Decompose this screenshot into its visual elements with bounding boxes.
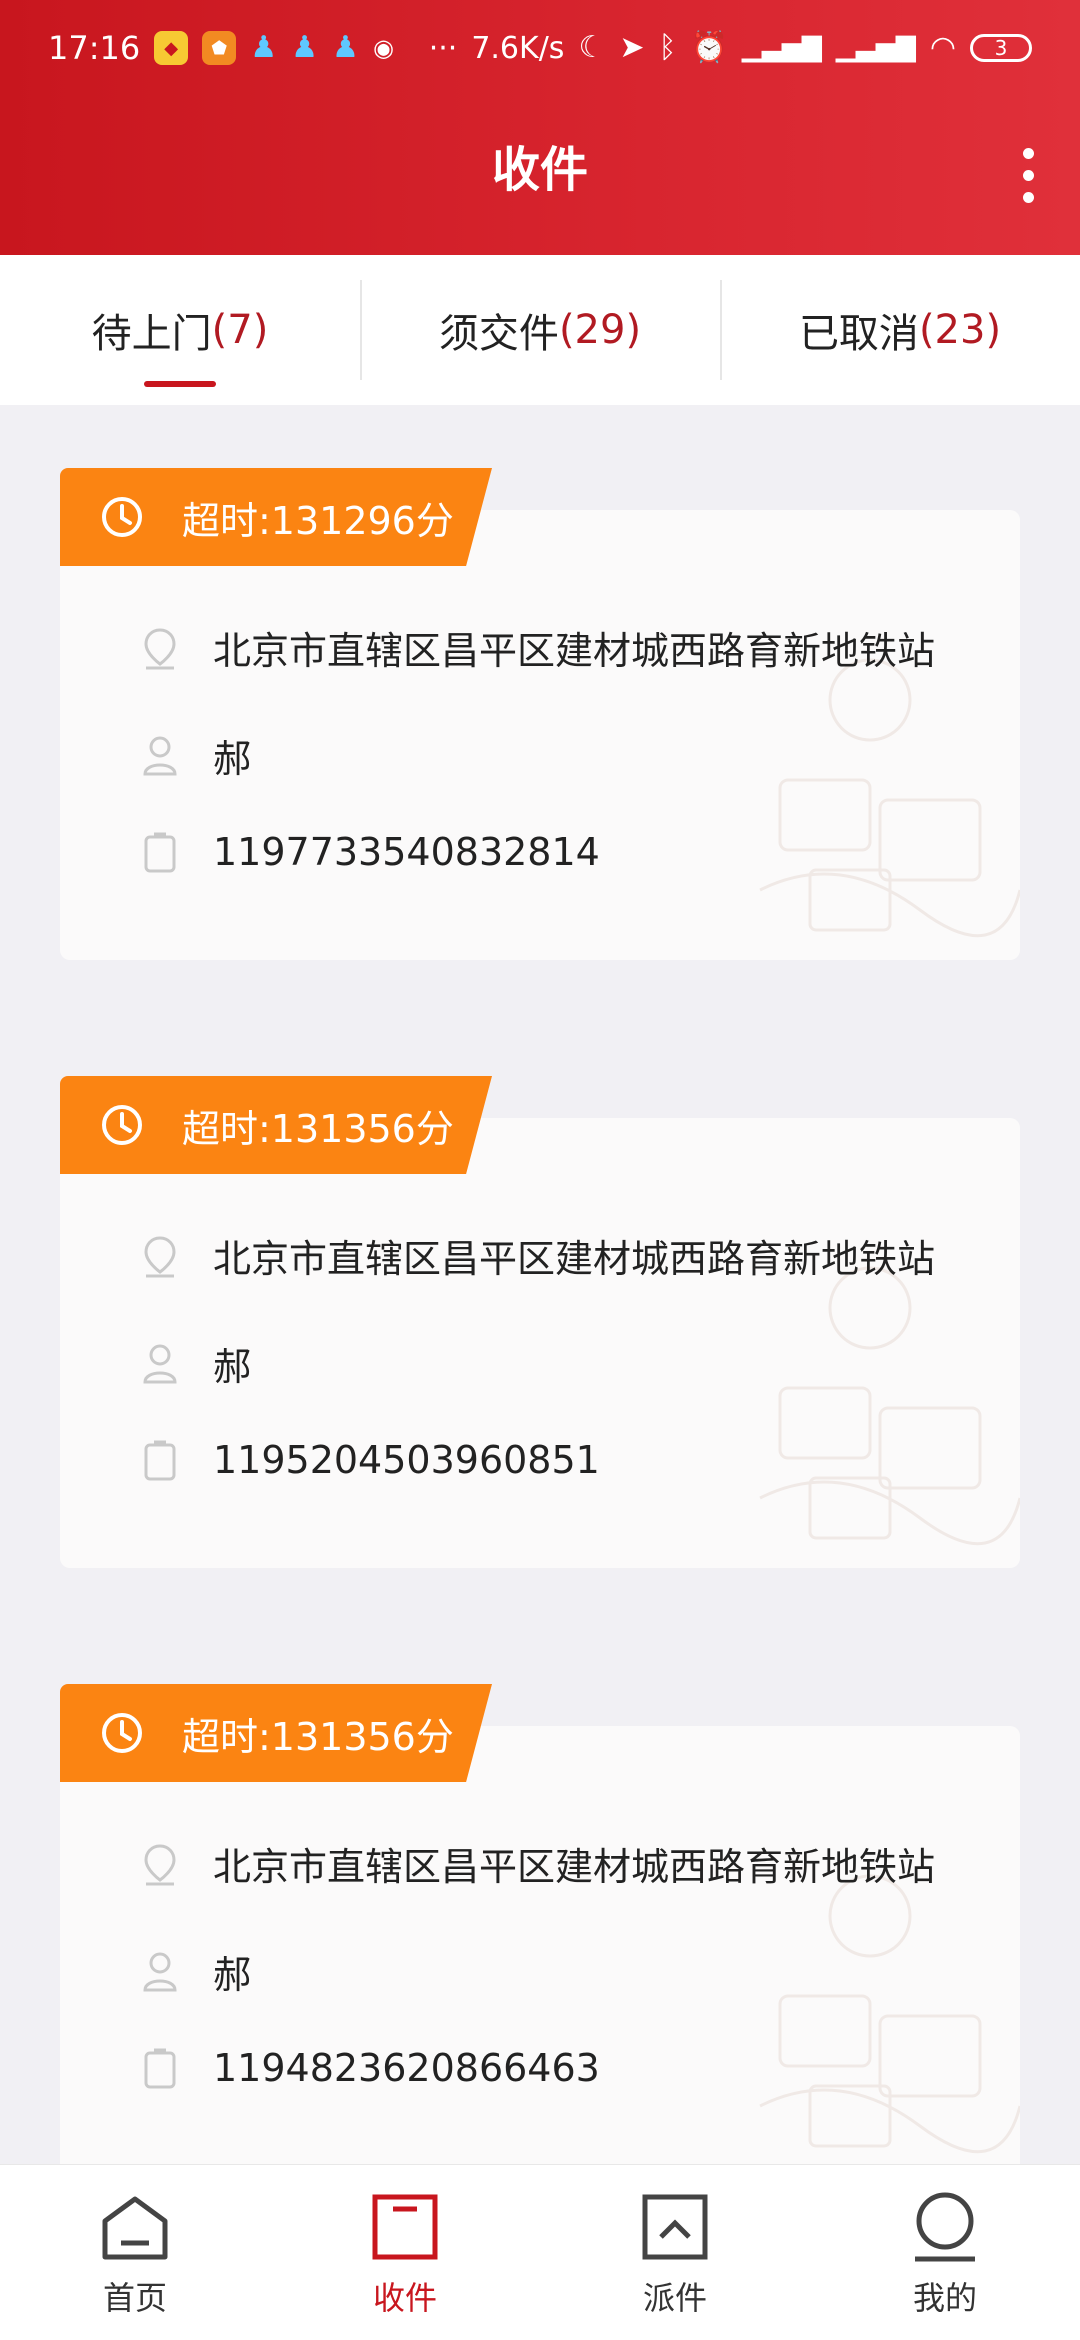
address-text: 北京市直辖区昌平区建材城西路育新地铁站 — [213, 629, 936, 673]
app-circle-icon: ◉ — [372, 34, 394, 62]
battery-level: 3 — [994, 36, 1008, 60]
order-id-row: 1197733540832814 — [135, 830, 600, 874]
qq-icon: ♟ — [250, 30, 278, 65]
person-icon — [135, 1342, 185, 1386]
address-row: 北京市直辖区昌平区建材城西路育新地铁站 — [135, 620, 935, 675]
tab-label: 待上门 — [91, 311, 212, 357]
alarm-icon: ⏰ — [690, 30, 728, 65]
shield-notification-icon: ⬟ — [202, 31, 237, 65]
order-id-row: 1195204503960851 — [135, 1438, 600, 1482]
card-watermark-illustration — [759, 1874, 1020, 2154]
person-icon — [135, 1950, 185, 1994]
address-row: 北京市直辖区昌平区建材城西路育新地铁站 — [135, 1228, 935, 1283]
qq-icon: ♟ — [291, 30, 319, 65]
net-speed: 7.6K/s — [471, 30, 565, 66]
sender-name: 郝 — [213, 737, 252, 781]
status-time: 17:16 — [48, 29, 141, 67]
home-icon — [99, 2189, 171, 2265]
timeout-text: 超时:131296分 — [182, 498, 454, 543]
nav-label: 收件 — [372, 2279, 437, 2317]
tab-to-submit[interactable]: 须交件 (29) — [360, 255, 720, 405]
moon-icon: ☾ — [578, 30, 606, 65]
tab-label: 已取消 — [798, 311, 919, 357]
nav-profile[interactable]: 我的 — [810, 2165, 1080, 2340]
clock-icon — [100, 495, 144, 539]
sender-row: 郝 — [135, 728, 251, 783]
tab-count: (7) — [211, 307, 269, 353]
order-id: 1194823620866463 — [213, 2046, 600, 2090]
nav-home[interactable]: 首页 — [0, 2165, 270, 2340]
status-bar: 17:16 ◆ ⬟ ♟ ♟ ♟ ◉ ··· 7.6K/s ☾ ➤ ᛒ ⏰ ▁▃▅… — [0, 0, 1080, 96]
sender-name: 郝 — [213, 1345, 252, 1389]
card-watermark-illustration — [759, 1266, 1020, 1546]
nav-receive[interactable]: 收件 — [270, 2165, 540, 2340]
nav-label: 首页 — [102, 2279, 167, 2317]
clipboard-icon — [135, 1439, 185, 1481]
sender-row: 郝 — [135, 1944, 251, 1999]
bluetooth-icon: ᛒ — [658, 30, 677, 65]
receive-icon — [369, 2189, 441, 2265]
nav-label: 我的 — [912, 2279, 977, 2317]
signal-icon: ▁▃▅▇ — [741, 33, 822, 63]
location-pin-icon — [135, 1842, 185, 1886]
app-notification-icon: ◆ — [154, 31, 189, 65]
location-pin-icon — [135, 626, 185, 670]
card-watermark-illustration — [759, 658, 1020, 938]
timeout-badge: 超时:131356分 — [60, 1684, 492, 1782]
page-title: 收件 — [491, 142, 588, 198]
tab-label: 须交件 — [438, 311, 559, 357]
more-status-dots: ··· — [428, 30, 458, 66]
dispatch-icon — [639, 2189, 711, 2265]
clock-icon — [100, 1711, 144, 1755]
order-id-row: 1194823620866463 — [135, 2046, 600, 2090]
wifi-icon: ◠ — [929, 30, 956, 65]
location-arrow-icon: ➤ — [619, 30, 645, 65]
timeout-badge: 超时:131296分 — [60, 468, 492, 566]
timeout-badge: 超时:131356分 — [60, 1076, 492, 1174]
active-tab-indicator — [144, 381, 216, 387]
nav-label: 派件 — [642, 2279, 707, 2317]
signal-icon: ▁▃▅▇ — [835, 33, 916, 63]
more-vertical-icon[interactable] — [1016, 148, 1040, 203]
tab-count: (23) — [918, 307, 1002, 353]
location-pin-icon — [135, 1234, 185, 1278]
app-header: 17:16 ◆ ⬟ ♟ ♟ ♟ ◉ ··· 7.6K/s ☾ ➤ ᛒ ⏰ ▁▃▅… — [0, 0, 1080, 255]
person-icon — [135, 734, 185, 778]
order-card[interactable]: 北京市直辖区昌平区建材城西路育新地铁站 郝 1197733540832814 — [60, 510, 1020, 960]
clock-icon — [100, 1103, 144, 1147]
tab-bar: 待上门 (7) 须交件 (29) 已取消 (23) — [0, 255, 1080, 405]
battery-icon: 3 — [970, 34, 1032, 62]
order-card[interactable]: 北京市直辖区昌平区建材城西路育新地铁站 郝 1194823620866463 — [60, 1726, 1020, 2176]
order-card[interactable]: 北京市直辖区昌平区建材城西路育新地铁站 郝 1195204503960851 — [60, 1118, 1020, 1568]
address-text: 北京市直辖区昌平区建材城西路育新地铁站 — [213, 1237, 936, 1281]
clipboard-icon — [135, 831, 185, 873]
timeout-text: 超时:131356分 — [182, 1714, 454, 1759]
profile-icon — [909, 2189, 981, 2265]
clipboard-icon — [135, 2047, 185, 2089]
tab-cancelled[interactable]: 已取消 (23) — [720, 255, 1080, 405]
tab-count: (29) — [558, 307, 642, 353]
sender-row: 郝 — [135, 1336, 251, 1391]
order-id: 1195204503960851 — [213, 1438, 600, 1482]
qq-icon: ♟ — [332, 30, 359, 65]
timeout-text: 超时:131356分 — [182, 1106, 454, 1151]
address-text: 北京市直辖区昌平区建材城西路育新地铁站 — [213, 1845, 936, 1889]
order-id: 1197733540832814 — [213, 830, 600, 874]
tab-pending-pickup[interactable]: 待上门 (7) — [0, 255, 360, 405]
nav-dispatch[interactable]: 派件 — [540, 2165, 810, 2340]
sender-name: 郝 — [213, 1953, 252, 1997]
bottom-nav: 首页 收件 派件 我的 — [0, 2164, 1080, 2340]
address-row: 北京市直辖区昌平区建材城西路育新地铁站 — [135, 1836, 935, 1891]
